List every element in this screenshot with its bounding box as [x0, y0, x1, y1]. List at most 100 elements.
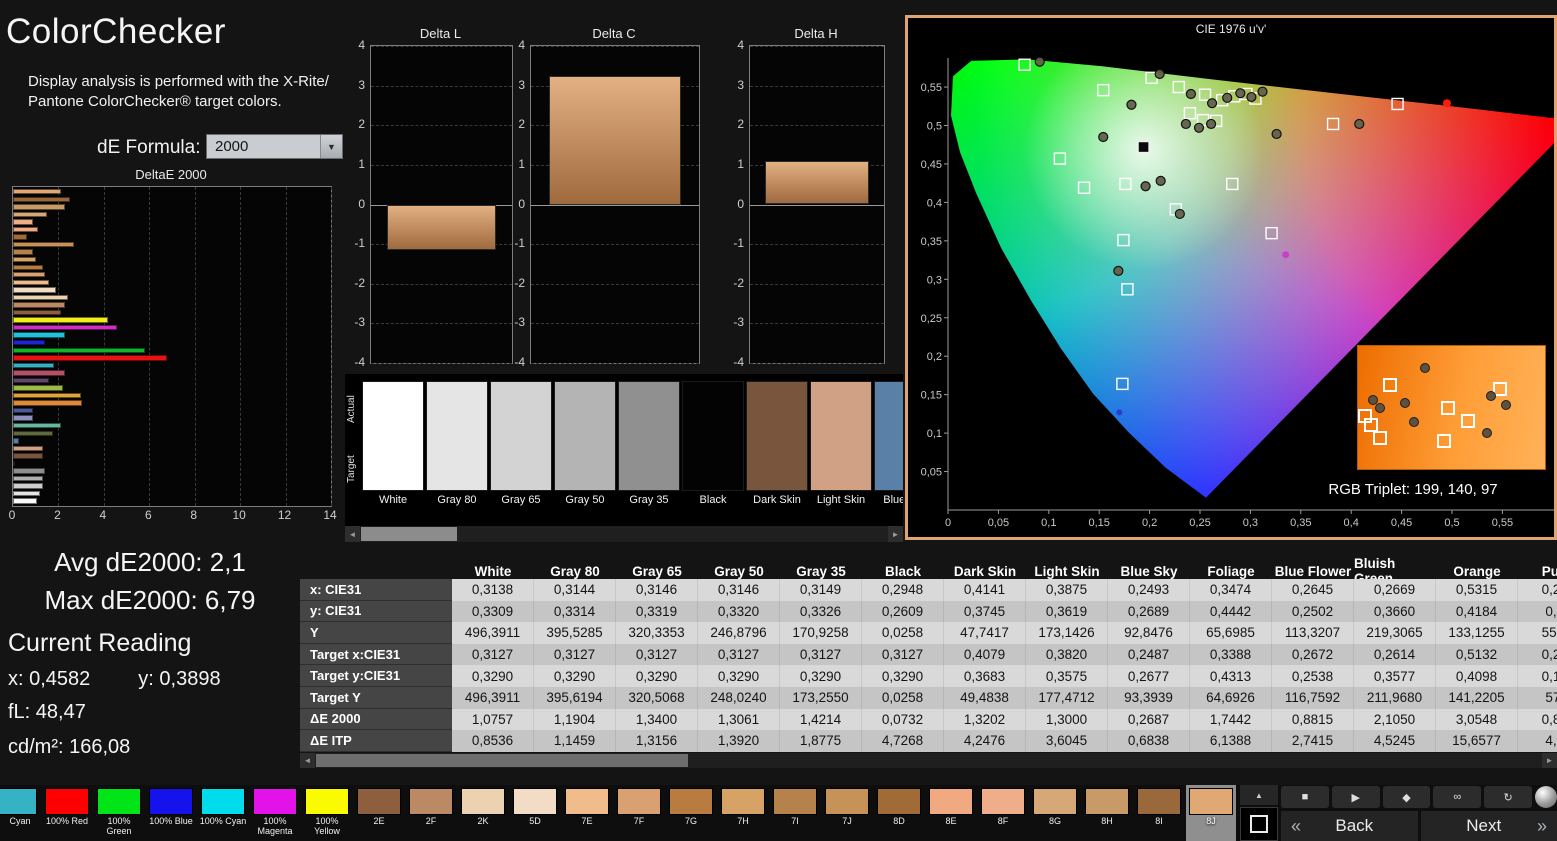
scroll-right-icon[interactable]: ► — [1542, 753, 1557, 768]
scroll-left-icon[interactable]: ◄ — [300, 753, 315, 768]
measurement-marker — [1034, 56, 1045, 67]
patch-button-7h[interactable]: 7H — [718, 785, 768, 841]
measurement-marker — [1354, 118, 1365, 130]
patch-button-100-yellow[interactable]: 100% Yellow — [302, 785, 352, 841]
patch-button-100-magenta[interactable]: 100% Magenta — [250, 785, 300, 841]
table-cell: 0,3575 — [1026, 665, 1108, 687]
next-button[interactable]: Next » — [1420, 811, 1557, 841]
table-scrollbar[interactable]: ◄ ► — [300, 753, 1557, 768]
patch-label: 100% Yellow — [314, 816, 340, 836]
table-row-label: Target x:CIE31 — [300, 643, 452, 666]
table-cell: 219,3065 — [1354, 622, 1436, 644]
patch-button-100-blue[interactable]: 100% Blue — [146, 785, 196, 841]
patch-label: 5D — [529, 816, 541, 826]
table-cell: 3,0548 — [1436, 708, 1518, 731]
chevron-down-icon[interactable]: ▼ — [320, 135, 342, 158]
patch-button-2f[interactable]: 2F — [406, 785, 456, 841]
patch-button-5d[interactable]: 5D — [510, 785, 560, 841]
de-formula-dropdown[interactable]: 2000 ▼ — [206, 134, 343, 159]
marker-icon[interactable]: ◆ — [1382, 786, 1431, 808]
table-cell: 1,3061 — [698, 708, 780, 731]
table-cell: 0,18 — [1518, 600, 1557, 623]
deltae-bar — [13, 400, 83, 406]
patch-button-100-cyan[interactable]: 100% Cyan — [198, 785, 248, 841]
infinity-icon[interactable]: ∞ — [1433, 786, 1482, 808]
scroll-right-icon[interactable]: ► — [888, 526, 903, 542]
axis-tick-label: -4 — [354, 355, 365, 369]
axis-tick-label: 4 — [737, 38, 744, 52]
patch-button-7f[interactable]: 7F — [614, 785, 664, 841]
deltae-bar — [13, 385, 63, 391]
patch-label: Cyan — [9, 816, 31, 826]
pattern-window-button[interactable] — [1240, 807, 1278, 841]
table-cell: 1,4214 — [780, 708, 862, 731]
deltae-bar-row — [13, 422, 331, 430]
scrollbar-thumb[interactable] — [361, 527, 457, 541]
collapse-up-icon[interactable]: ▲ — [1240, 785, 1278, 805]
patch-button-8g[interactable]: 8G — [1030, 785, 1080, 841]
table-cell: 47,7417 — [944, 622, 1026, 644]
refresh-icon[interactable]: ↻ — [1484, 786, 1532, 808]
gridline — [531, 323, 699, 325]
patch-button-100-green[interactable]: 100% Green — [94, 785, 144, 841]
measurement-marker — [1375, 402, 1386, 413]
swatch-gray-50: Gray 50 — [554, 381, 616, 506]
gridline — [750, 85, 884, 87]
patch-button-8i[interactable]: 8I — [1134, 785, 1184, 841]
play-icon[interactable]: ▶ — [1331, 786, 1380, 808]
patch-label: 8F — [997, 816, 1009, 826]
deltae-bar-row — [13, 241, 331, 249]
swatch-black: Black — [682, 381, 744, 506]
back-button[interactable]: « Back — [1281, 811, 1418, 841]
axis-tick-label: 2 — [358, 117, 365, 132]
deltae-bar — [13, 445, 43, 452]
scrollbar-thumb[interactable] — [316, 754, 688, 767]
table-cell: 0,3290 — [698, 665, 780, 687]
zoom-inset — [1357, 345, 1546, 470]
table-cell: 0,3149 — [780, 579, 862, 601]
deltae-bar — [13, 204, 66, 210]
table-cell: 173,1426 — [1026, 622, 1108, 644]
de-formula-label: dE Formula: — [97, 137, 201, 158]
delta-h-y-axis: 4 3 2 1 0 -1 -2 -3 -4 — [728, 38, 744, 369]
table-cell: 0,3875 — [1026, 579, 1108, 601]
swatch-gray-35: Gray 35 — [618, 381, 680, 506]
table-cell: 0,3388 — [1190, 643, 1272, 666]
measurement-marker — [1174, 208, 1185, 220]
patch-button-8h[interactable]: 8H — [1082, 785, 1132, 841]
patch-button-2e[interactable]: 2E — [354, 785, 404, 841]
table-cell: 0,3474 — [1190, 579, 1272, 601]
patch-button-100-red[interactable]: 100% Red — [42, 785, 92, 841]
cie-diagram-panel: CIE 1976 u'v' 0 0,05 0,1 0,15 0,2 0,25 0… — [905, 15, 1557, 540]
patch-button-7j[interactable]: 7J — [822, 785, 872, 841]
patch-button-8f[interactable]: 8F — [978, 785, 1028, 841]
swatch-scrollbar[interactable]: ◄ ► — [345, 526, 903, 542]
patch-button-8j[interactable]: 8J — [1186, 785, 1236, 841]
deltae-chart-title: DeltaE 2000 — [135, 167, 207, 182]
axis-tick-label: 0,45 — [1391, 517, 1412, 529]
table-cell: 116,7592 — [1272, 686, 1354, 709]
swatch-label: Light Skin — [816, 494, 866, 506]
deltae-bar-row — [13, 467, 331, 475]
swatch-blue-sky: Blue Sky — [874, 381, 903, 506]
table-cell: 0,2672 — [1272, 643, 1354, 666]
patch-button-7g[interactable]: 7G — [666, 785, 716, 841]
deltae-bar — [13, 468, 46, 474]
deltae-bar — [13, 347, 145, 353]
patch-button-8e[interactable]: 8E — [926, 785, 976, 841]
gridline — [371, 283, 512, 285]
delta-h-chart — [749, 45, 885, 364]
patch-button-7i[interactable]: 7I — [770, 785, 820, 841]
patch-button-7e[interactable]: 7E — [562, 785, 612, 841]
gridline — [750, 283, 884, 285]
patch-button-2k[interactable]: 2K — [458, 785, 508, 841]
patch-button-8d[interactable]: 8D — [874, 785, 924, 841]
patch-button-cyan[interactable]: Cyan — [0, 785, 40, 841]
patch-swatch — [617, 788, 661, 815]
axis-tick-label: -3 — [354, 315, 365, 330]
scroll-left-icon[interactable]: ◄ — [345, 526, 360, 542]
axis-tick-label: 0,2 — [1142, 517, 1157, 529]
scrollbar-track[interactable] — [360, 526, 888, 542]
scrollbar-track[interactable] — [315, 753, 1542, 768]
stop-icon[interactable]: ■ — [1281, 786, 1329, 808]
